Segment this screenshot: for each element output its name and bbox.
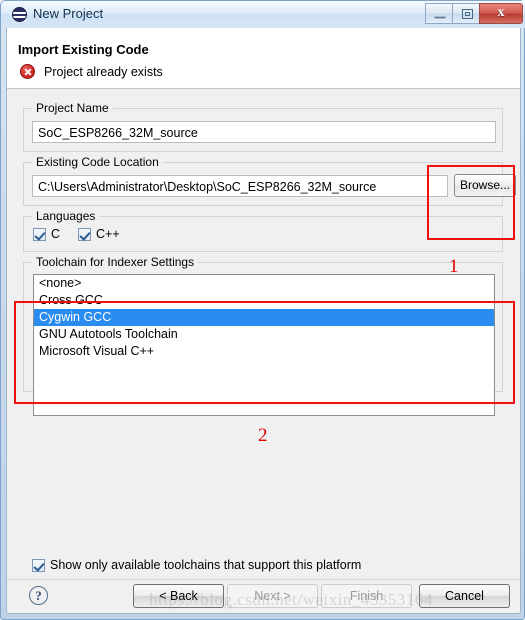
close-button[interactable]: x <box>479 3 523 24</box>
existing-code-location-input[interactable]: C:\Users\Administrator\Desktop\SoC_ESP82… <box>32 175 448 197</box>
show-only-available-checkbox[interactable] <box>32 558 45 572</box>
existing-code-location-group: Existing Code Location C:\Users\Administ… <box>23 155 516 206</box>
toolchain-list[interactable]: <none> Cross GCC Cygwin GCC GNU Autotool… <box>33 274 495 416</box>
language-cpp-checkbox[interactable] <box>78 227 92 241</box>
maximize-button[interactable] <box>452 3 480 24</box>
languages-checkbox-row: C C++ <box>33 227 120 241</box>
eclipse-wizard-icon <box>12 7 27 22</box>
list-item[interactable]: Cross GCC <box>34 292 494 309</box>
help-icon[interactable]: ? <box>29 586 48 605</box>
toolchain-group: Toolchain for Indexer Settings <none> Cr… <box>23 255 503 416</box>
cancel-button[interactable]: Cancel <box>419 584 510 608</box>
page-title: Import Existing Code <box>18 42 149 57</box>
maximize-icon <box>462 9 473 19</box>
project-name-input[interactable]: SoC_ESP8266_32M_source <box>32 121 496 143</box>
existing-code-location-legend: Existing Code Location <box>32 155 163 169</box>
next-button: Next > <box>227 584 318 608</box>
finish-button: Finish <box>321 584 412 608</box>
list-item[interactable]: Microsoft Visual C++ <box>34 343 494 360</box>
minimize-icon <box>434 16 446 19</box>
new-project-dialog-window: New Project x Import Existing Code Proje… <box>0 0 525 620</box>
back-button[interactable]: < Back <box>133 584 224 608</box>
window-title: New Project <box>33 6 104 21</box>
project-name-group: Project Name SoC_ESP8266_32M_source <box>23 101 503 152</box>
project-name-legend: Project Name <box>32 101 113 115</box>
language-c-label: C <box>51 227 61 241</box>
list-item[interactable]: GNU Autotools Toolchain <box>34 326 494 343</box>
wizard-button-bar: ? < Back Next > Finish Cancel <box>7 579 520 612</box>
status-message-row: Project already exists <box>20 64 163 79</box>
minimize-button[interactable] <box>425 3 453 24</box>
toolchain-legend: Toolchain for Indexer Settings <box>32 255 199 269</box>
language-c-checkbox[interactable] <box>33 227 46 241</box>
status-message: Project already exists <box>44 64 163 79</box>
wizard-header: Import Existing Code Project already exi… <box>7 28 520 89</box>
window-controls: x <box>425 3 523 24</box>
error-icon <box>20 64 35 79</box>
title-bar[interactable]: New Project x <box>1 1 525 28</box>
dialog-body: Import Existing Code Project already exi… <box>6 28 521 614</box>
list-item[interactable]: <none> <box>34 275 494 292</box>
wizard-content: Project Name SoC_ESP8266_32M_source Exis… <box>7 90 520 579</box>
language-cpp-label: C++ <box>96 227 120 241</box>
list-item[interactable]: Cygwin GCC <box>34 309 494 326</box>
browse-button[interactable]: Browse... <box>454 174 516 197</box>
languages-legend: Languages <box>32 209 100 223</box>
show-only-available-row: Show only available toolchains that supp… <box>32 558 361 572</box>
show-only-available-label: Show only available toolchains that supp… <box>50 558 362 572</box>
languages-group: Languages C C++ <box>23 209 503 252</box>
close-icon: x <box>497 5 505 20</box>
